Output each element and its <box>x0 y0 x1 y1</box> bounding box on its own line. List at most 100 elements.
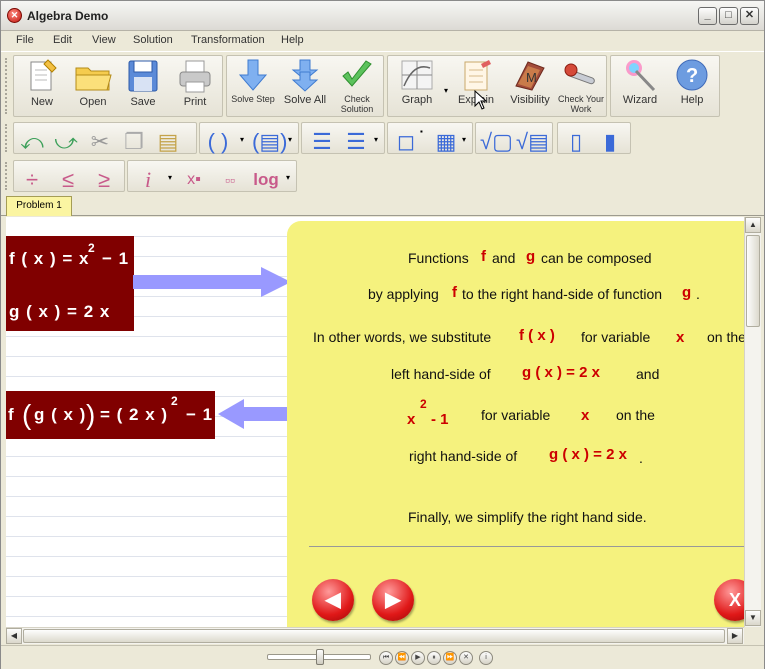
left-arrow-icon <box>218 399 294 429</box>
svg-text:M: M <box>526 70 537 85</box>
table-dropdown-icon[interactable]: ▾ <box>462 135 466 144</box>
tab-problem-1[interactable]: Problem 1 <box>6 196 72 216</box>
radical-icon[interactable]: √▢ <box>480 129 513 155</box>
previous-button[interactable]: ◀ <box>312 579 354 621</box>
undo-icon[interactable]: ⤺ <box>18 129 46 155</box>
copy-icon[interactable]: ❐ <box>120 129 148 155</box>
bracket-dropdown-icon[interactable]: ▾ <box>288 135 292 144</box>
graph-dropdown-icon[interactable]: ▾ <box>444 86 448 95</box>
greater-equal-icon[interactable]: ≥ <box>90 167 118 193</box>
problem-tab-bar: Problem 1 <box>1 194 764 216</box>
parentheses-icon[interactable]: ( ) <box>204 129 232 155</box>
graph-button[interactable]: Graph <box>392 58 442 106</box>
composed-result-box[interactable]: f ( g ( x ) ) = ( 2 x ) 2 − 1 <box>6 391 215 439</box>
exp-l2f: f <box>452 284 457 301</box>
log-dropdown-icon[interactable]: ▾ <box>286 173 290 182</box>
vertical-scroll-thumb[interactable] <box>746 235 760 327</box>
wizard-wand-icon <box>626 60 656 92</box>
table-box-icon[interactable]: ▦ <box>432 129 460 155</box>
horizontal-scrollbar[interactable]: ◀ ▶ <box>6 627 744 644</box>
visibility-button[interactable]: M Visibility <box>504 58 556 106</box>
open-button[interactable]: Open <box>70 58 116 108</box>
app-logo-icon: ✕ <box>7 8 22 23</box>
check-solution-button[interactable]: Check Solution <box>333 58 381 114</box>
print-label: Print <box>183 96 207 108</box>
less-equal-icon[interactable]: ≤ <box>54 167 82 193</box>
graph-icon <box>401 60 433 90</box>
close-explanation-button[interactable]: X <box>714 579 744 621</box>
explanation-panel: Functions f and g can be composed by app… <box>287 221 744 627</box>
subscript-icon[interactable]: x▪ <box>180 167 208 193</box>
menu-help[interactable]: Help <box>281 34 304 46</box>
solve-step-button[interactable]: Solve Step <box>231 58 275 104</box>
save-button[interactable]: Save <box>120 58 166 108</box>
toolbar-grip[interactable] <box>5 58 11 114</box>
horizontal-scroll-thumb[interactable] <box>23 629 725 643</box>
radical-block-icon[interactable]: √▤ <box>516 129 549 155</box>
wrench-icon <box>564 63 595 85</box>
scroll-left-icon[interactable]: ◀ <box>6 628 22 644</box>
fx-exponent: 2 <box>88 241 95 255</box>
menu-edit[interactable]: Edit <box>53 34 72 46</box>
help-label: Help <box>680 94 704 106</box>
menu-file[interactable]: File <box>16 34 34 46</box>
scroll-down-icon[interactable]: ▼ <box>745 610 761 626</box>
toolbar-grip[interactable] <box>5 124 11 152</box>
cut-scissors-icon[interactable]: ✂ <box>86 129 114 155</box>
function-definitions-box[interactable]: f ( x ) = x 2 − 1 g ( x ) = 2 x <box>6 236 134 331</box>
stop-icon[interactable]: ✕ <box>459 651 473 665</box>
solve-step-label: Solve Step <box>231 94 275 104</box>
rewind-icon[interactable]: ⏪ <box>395 651 409 665</box>
vertical-scrollbar[interactable]: ▲ ▼ <box>744 217 761 627</box>
parentheses-dropdown-icon[interactable]: ▾ <box>240 135 244 144</box>
info-dropdown-icon[interactable]: ▾ <box>168 173 172 182</box>
main-toolbar: New Open Save Print Solve Step Solve All… <box>1 51 764 119</box>
open-big-paren: ( <box>22 399 33 430</box>
play-icon[interactable]: ▶ <box>411 651 425 665</box>
check-solution-label: Check Solution <box>340 94 374 114</box>
exp-l3x: x <box>676 329 685 346</box>
toolbar-grip[interactable] <box>5 162 11 190</box>
align-bottom-icon[interactable]: ☰ <box>342 129 370 155</box>
operator-toolbar: ÷ ≤ ≥ i ▾ x▪ ▫▫ log ▾ <box>1 157 764 195</box>
operator-group: ÷ ≤ ≥ <box>13 160 125 192</box>
info-icon[interactable]: i <box>479 651 493 665</box>
new-button[interactable]: New <box>20 58 64 108</box>
check-your-work-button[interactable]: Check Your Work <box>556 58 606 114</box>
exp-l4b: and <box>636 366 660 382</box>
exp-l7: Finally, we simplify the right hand side… <box>408 509 647 525</box>
minimize-button[interactable]: _ <box>698 7 717 25</box>
log-icon[interactable]: log <box>248 167 284 193</box>
wizard-button[interactable]: Wizard <box>617 58 663 106</box>
align-dropdown-icon[interactable]: ▾ <box>374 135 378 144</box>
first-step-icon[interactable]: ⏮ <box>379 651 393 665</box>
solve-all-button[interactable]: Solve All <box>281 58 329 106</box>
fast-forward-icon[interactable]: ⏩ <box>443 651 457 665</box>
visibility-book-icon: M <box>515 61 545 91</box>
info-i-icon[interactable]: i <box>134 167 162 193</box>
pause-icon[interactable]: ⏸ <box>427 651 441 665</box>
help-button[interactable]: ? Help <box>669 58 715 106</box>
menu-view[interactable]: View <box>92 34 116 46</box>
menu-transformation[interactable]: Transformation <box>191 34 265 46</box>
paste-clipboard-icon[interactable]: ▤ <box>154 129 182 155</box>
close-button[interactable]: ✕ <box>740 7 759 25</box>
mouse-cursor-icon <box>474 90 488 110</box>
playback-slider-thumb[interactable] <box>316 649 324 665</box>
box-dropdown-icon[interactable]: ▪ <box>420 127 423 136</box>
fraction-icon[interactable]: ▫▫ <box>216 167 244 193</box>
exp-l5exp: 2 <box>420 397 427 411</box>
frame-fill-icon[interactable]: ▮ <box>596 129 624 155</box>
scroll-up-icon[interactable]: ▲ <box>745 217 761 233</box>
align-top-icon[interactable]: ☰ <box>308 129 336 155</box>
maximize-button[interactable]: □ <box>719 7 738 25</box>
redo-icon[interactable]: ⤻ <box>52 129 80 155</box>
bracket-block-icon[interactable]: (▤) <box>252 129 287 155</box>
box-icon[interactable]: ◻ <box>392 129 420 155</box>
menu-solution[interactable]: Solution <box>133 34 173 46</box>
print-button[interactable]: Print <box>172 58 218 108</box>
divide-icon[interactable]: ÷ <box>18 167 46 193</box>
frame-icon[interactable]: ▯ <box>562 129 590 155</box>
scroll-right-icon[interactable]: ▶ <box>727 628 743 644</box>
next-button[interactable]: ▶ <box>372 579 414 621</box>
